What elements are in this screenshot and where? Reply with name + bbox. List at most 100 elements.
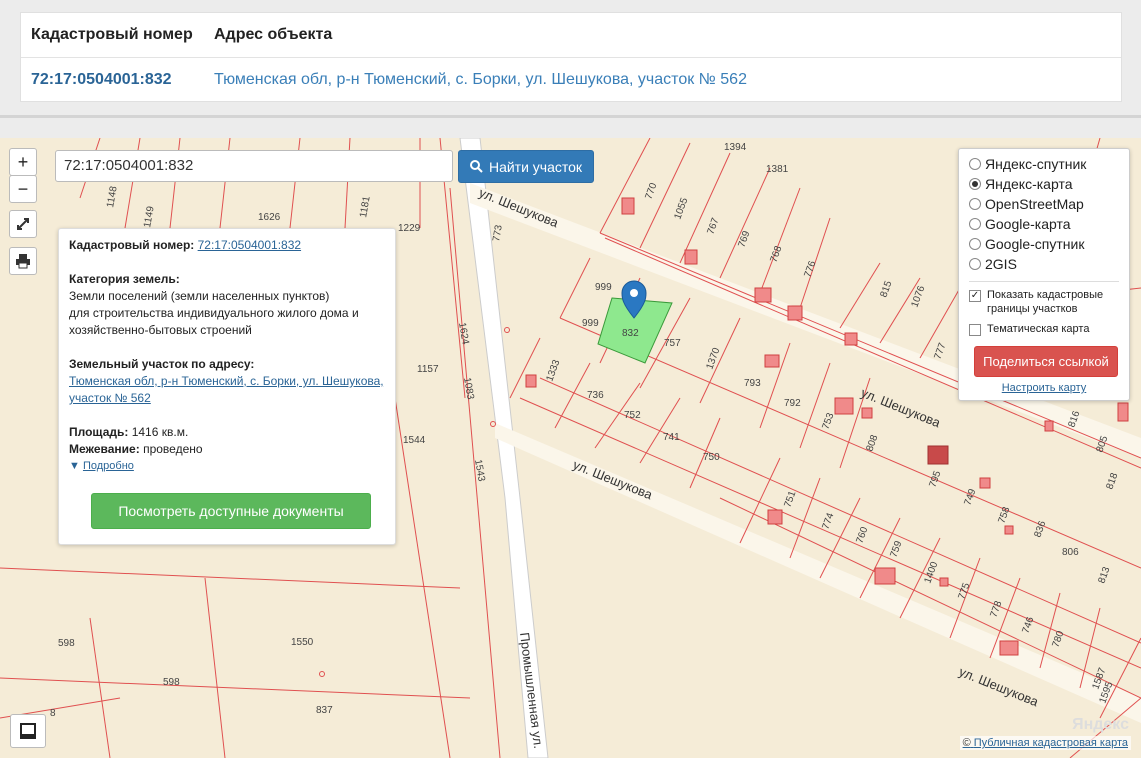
- parcel-label: 1394: [724, 142, 747, 153]
- checkbox-label: Показать кадастровые границы участков: [987, 289, 1104, 315]
- parcel-label: 1076: [909, 284, 927, 309]
- parcel-label: 759: [888, 539, 904, 559]
- parcel-label: 1229: [398, 223, 421, 234]
- cadastral-map[interactable]: ул. Шешукова ул. Шешукова ул. Шешукова у…: [0, 138, 1141, 758]
- expand-icon: [17, 218, 29, 230]
- category-value: Земли поселений (земли населенных пункто…: [69, 289, 330, 303]
- parcel-label: 769: [736, 229, 752, 249]
- map-point: [504, 327, 510, 333]
- parcel-label: 1370: [704, 346, 722, 371]
- parcel-label: 1157: [417, 364, 439, 375]
- parcel-label: 792: [784, 398, 801, 409]
- layer-option[interactable]: OpenStreetMap: [969, 194, 1129, 214]
- parcel-label: 8: [50, 708, 56, 719]
- layer-option[interactable]: Яндекс-спутник: [969, 154, 1129, 174]
- parcel-label: 1400: [922, 560, 940, 585]
- result-table: Кадастровый номер Адрес объекта 72:17:05…: [20, 12, 1122, 102]
- parcel-label: 773: [491, 224, 505, 243]
- view-documents-button[interactable]: Посмотреть доступные документы: [91, 493, 371, 529]
- col-address-header: Адрес объекта: [214, 26, 333, 43]
- attribution-link[interactable]: © Публичная кадастровая карта: [959, 736, 1131, 750]
- parcel-label: 1333: [544, 358, 562, 383]
- parcel-label: 774: [820, 511, 836, 531]
- parcel-info-panel: Кадастровый номер: 72:17:0504001:832 Кат…: [58, 228, 396, 545]
- parcel-label: 760: [854, 525, 870, 545]
- radio-icon: [969, 198, 981, 210]
- layer-label: Яндекс-карта: [985, 176, 1073, 192]
- usage-value: для строительства индивидуального жилого…: [69, 306, 359, 337]
- radio-icon: [969, 258, 981, 270]
- search-icon: [469, 160, 483, 173]
- layer-option[interactable]: Google-карта: [969, 214, 1129, 234]
- search-input[interactable]: 72:17:0504001:832: [55, 150, 453, 182]
- table-header: Кадастровый номер Адрес объекта: [21, 13, 1121, 58]
- parcel-label: 1550: [291, 637, 314, 648]
- checkbox-checked-icon: ✓: [969, 290, 981, 302]
- area-value: 1416 кв.м.: [131, 425, 189, 439]
- cadastral-number-link[interactable]: 72:17:0504001:832: [31, 71, 214, 89]
- find-parcel-button[interactable]: Найти участок: [458, 150, 594, 183]
- parcel-label: 793: [744, 378, 761, 389]
- parcel-label: 750: [703, 452, 720, 463]
- layer-label: Google-спутник: [985, 236, 1085, 252]
- print-button[interactable]: [9, 247, 37, 275]
- layer-label: OpenStreetMap: [985, 196, 1084, 212]
- parcel-label: 780: [1050, 629, 1066, 649]
- parcel-label: 758: [996, 505, 1012, 525]
- checkbox-label: Тематическая карта: [987, 323, 1090, 335]
- parcel-label: 999: [582, 318, 599, 329]
- street-label: Промышленная ул.: [517, 632, 546, 750]
- parcel-label: 777: [932, 341, 948, 361]
- table-row[interactable]: 72:17:0504001:832 Тюменская обл, р-н Тюм…: [21, 58, 1121, 101]
- parcel-label: 768: [768, 244, 784, 264]
- parcel-label: 753: [820, 411, 836, 431]
- layer-option[interactable]: Яндекс-карта: [969, 174, 1129, 194]
- yandex-watermark: Яндекс: [1072, 716, 1129, 733]
- parcel-label: 741: [663, 432, 680, 443]
- survey-value: проведено: [143, 442, 203, 456]
- frame-icon: [20, 723, 36, 739]
- address-link[interactable]: Тюменская обл, р-н Тюменский, с. Борки, …: [69, 374, 384, 405]
- parcel-label: 752: [624, 410, 641, 421]
- configure-map-link[interactable]: Настроить карту: [969, 382, 1129, 394]
- parcel-label: 736: [587, 390, 604, 401]
- map-point: [490, 421, 496, 427]
- thematic-map-checkbox[interactable]: Тематическая карта: [969, 322, 1129, 336]
- parcel-label: 1149: [142, 205, 157, 229]
- zoom-in-button[interactable]: +: [9, 148, 37, 176]
- map-mode-button[interactable]: [10, 714, 46, 748]
- zoom-out-button[interactable]: −: [9, 175, 37, 203]
- radio-icon: [969, 158, 981, 170]
- survey-label: Межевание:: [69, 442, 140, 456]
- parcel-label: 598: [58, 638, 75, 649]
- parcel-label: 808: [864, 433, 880, 453]
- parcel-label: 1083: [461, 377, 476, 401]
- address-link[interactable]: Тюменская обл, р-н Тюменский, с. Борки, …: [214, 71, 747, 89]
- layer-option[interactable]: 2GIS: [969, 254, 1129, 274]
- copyright-sign: ©: [962, 737, 971, 749]
- parcel-label: 1544: [403, 435, 426, 446]
- parcel-label: 806: [1062, 547, 1079, 558]
- category-label: Категория земель:: [69, 272, 180, 286]
- parcel-label: 1624: [456, 322, 471, 346]
- street-label: ул. Шешукова: [571, 457, 655, 503]
- parcel-label: 818: [1104, 471, 1120, 491]
- details-toggle[interactable]: ▼ Подробно: [69, 458, 385, 475]
- parcel-label: 776: [802, 259, 818, 279]
- radio-icon: [969, 238, 981, 250]
- parcel-label: 1148: [105, 185, 120, 209]
- details-label: Подробно: [82, 460, 134, 472]
- show-boundaries-checkbox[interactable]: ✓ Показать кадастровые границы участков: [969, 288, 1129, 316]
- parcel-label: 770: [643, 181, 659, 201]
- parcel-label: 746: [1020, 615, 1036, 635]
- layer-switcher: Яндекс-спутник Яндекс-карта OpenStreetMa…: [958, 148, 1130, 401]
- cad-label: Кадастровый номер:: [69, 238, 195, 252]
- share-link-button[interactable]: Поделиться ссылкой: [974, 346, 1118, 377]
- cad-link[interactable]: 72:17:0504001:832: [198, 238, 301, 252]
- divider: [969, 281, 1119, 282]
- printer-icon: [16, 254, 30, 269]
- parcel-label: 837: [316, 705, 333, 716]
- fullscreen-button[interactable]: [9, 210, 37, 238]
- layer-option[interactable]: Google-спутник: [969, 234, 1129, 254]
- caret-down-icon: ▼: [69, 460, 80, 472]
